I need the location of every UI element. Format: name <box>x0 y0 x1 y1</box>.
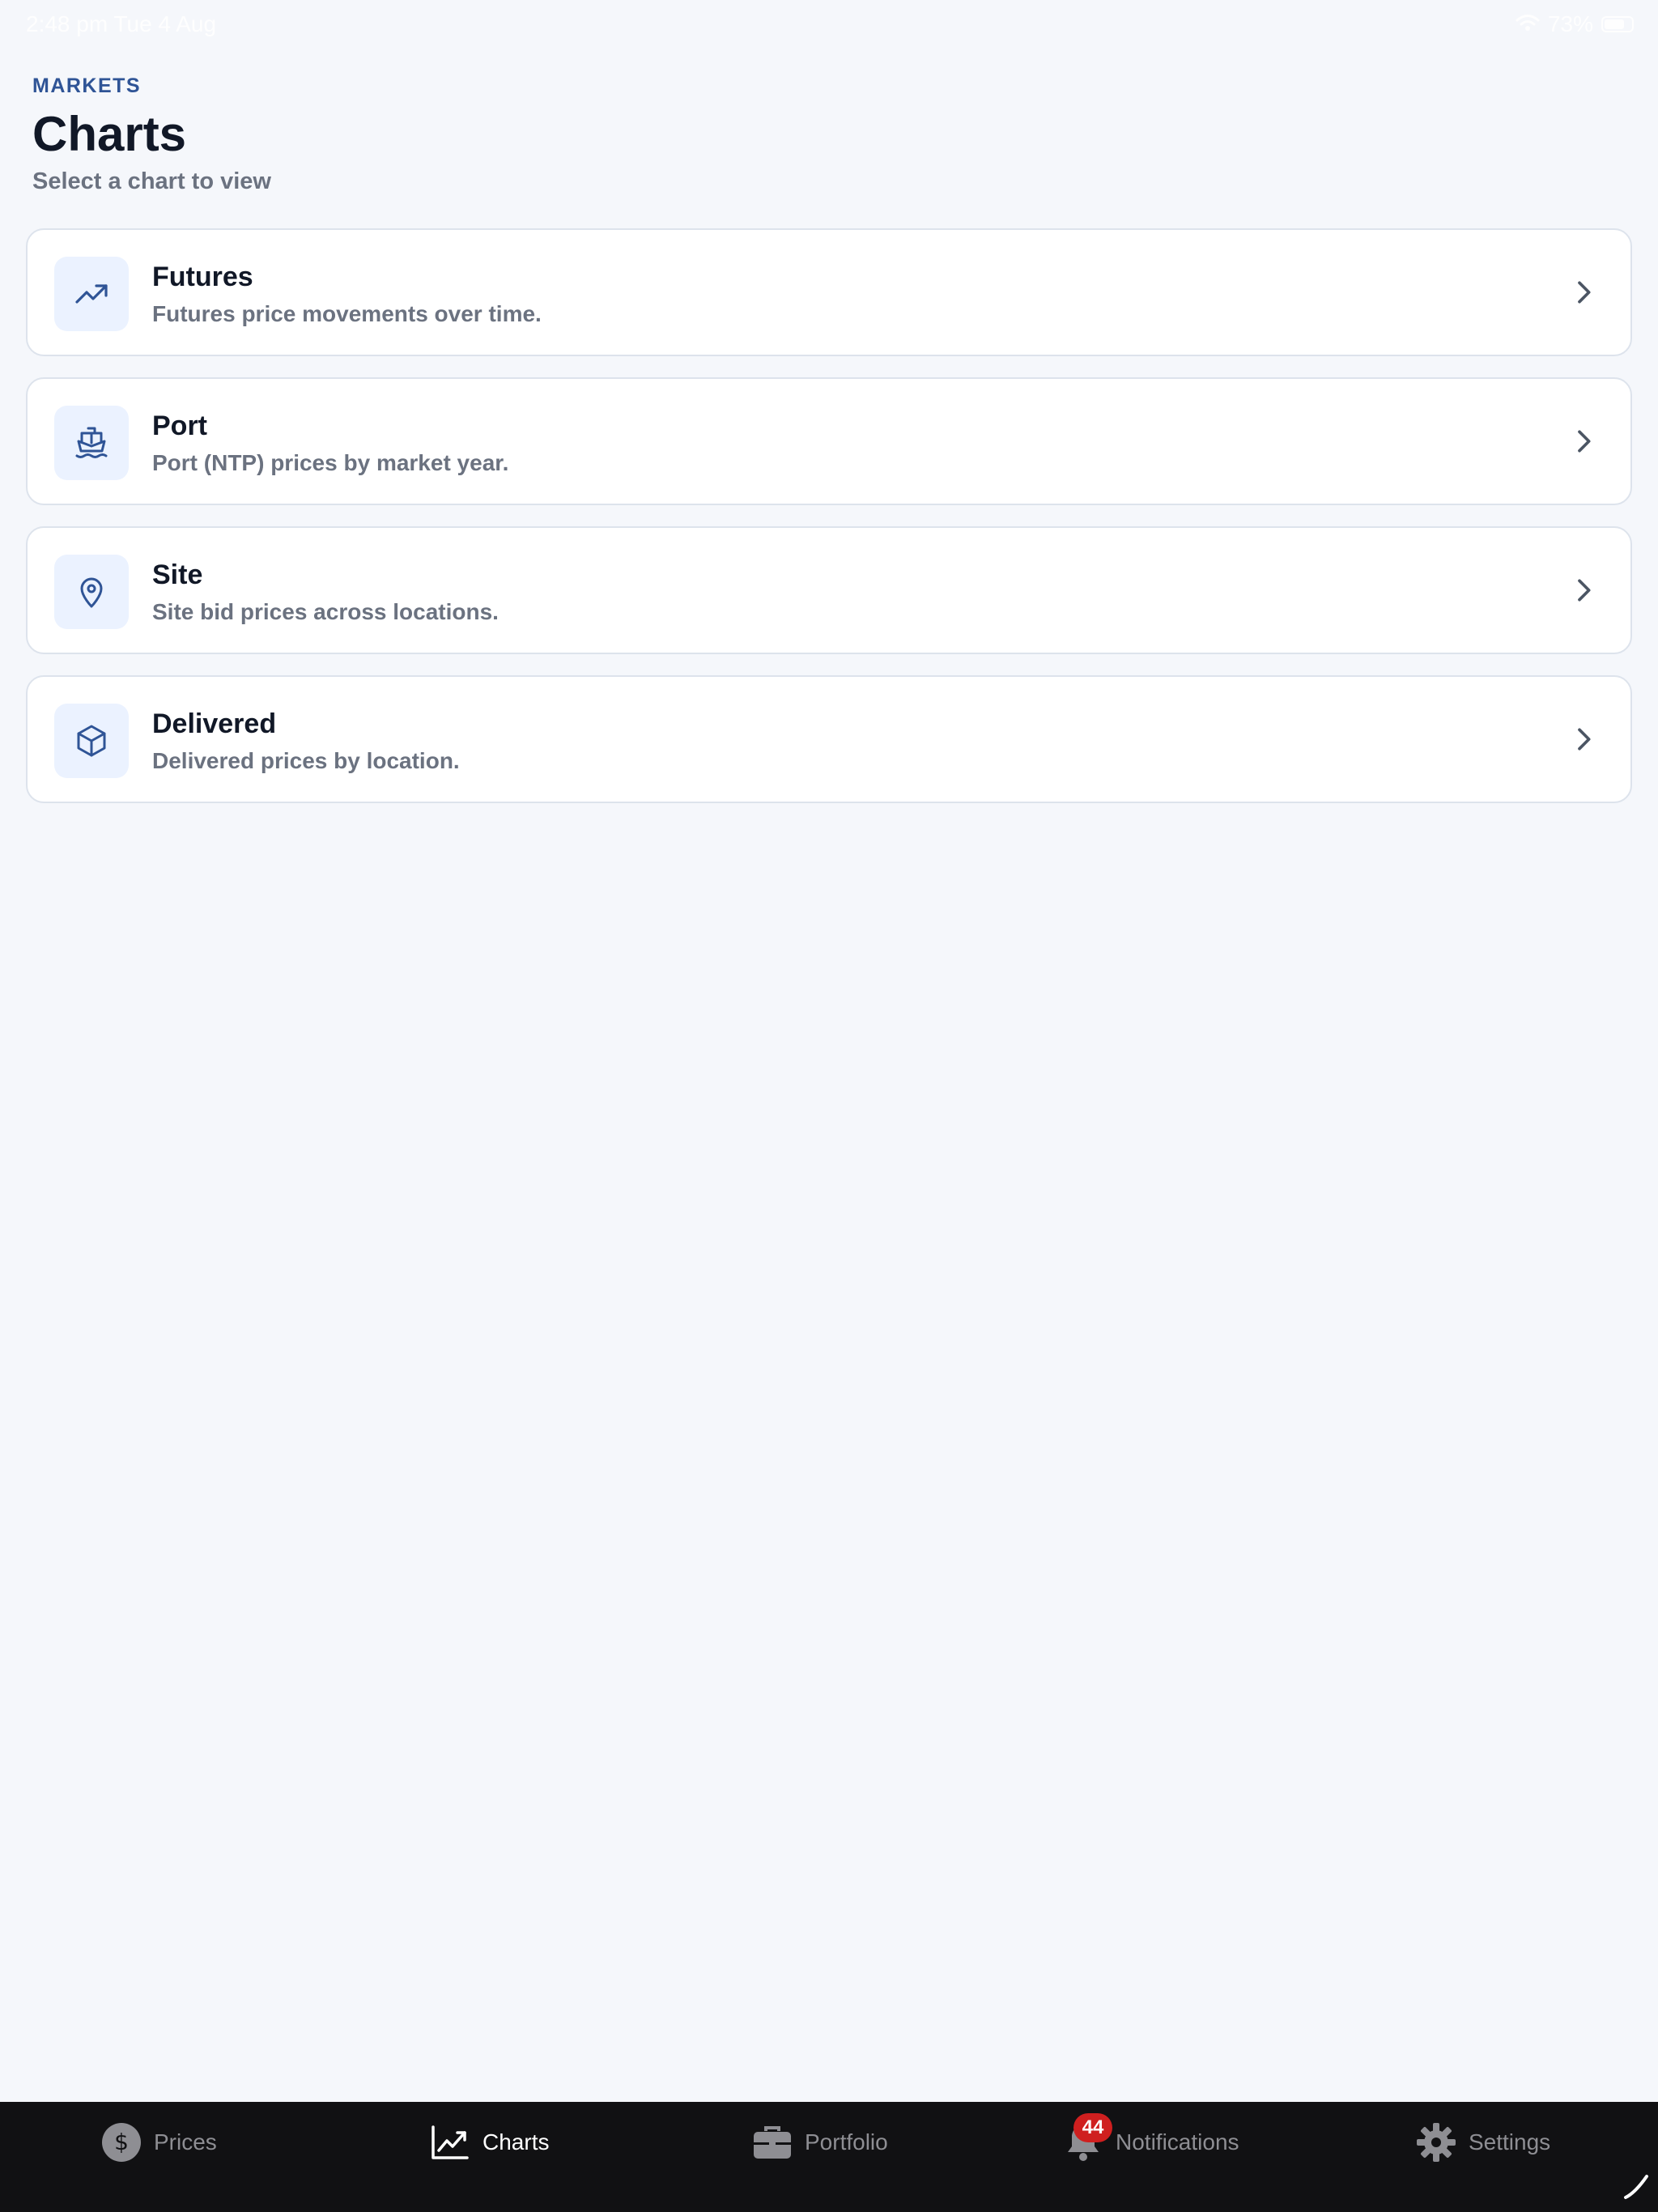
gear-icon <box>1415 2121 1457 2163</box>
page-title: Charts <box>32 107 187 161</box>
card-title: Site <box>152 559 203 590</box>
chevron-right-icon <box>1578 281 1591 304</box>
card-title: Futures <box>152 262 253 292</box>
tab-portfolio[interactable]: Portfolio <box>751 2120 888 2165</box>
card-title: Port <box>152 410 207 441</box>
tab-notifications[interactable]: 44 Notifications <box>1062 2113 1239 2165</box>
briefcase-icon <box>751 2121 793 2163</box>
chevron-right-icon <box>1578 728 1591 751</box>
trending-up-icon <box>54 257 129 331</box>
card-site[interactable]: Site Site bid prices across locations. <box>26 526 1632 654</box>
card-description: Futures price movements over time. <box>152 301 542 326</box>
tab-label: Prices <box>154 2129 217 2155</box>
page-subtitle: Select a chart to view <box>32 168 271 194</box>
tab-label: Charts <box>483 2129 550 2155</box>
dollar-circle-icon: $ <box>100 2121 142 2163</box>
battery-icon <box>1601 16 1634 32</box>
chevron-right-icon <box>1578 579 1591 602</box>
battery-percent: 73% <box>1547 11 1593 36</box>
page-header: MARKETS Charts Select a chart to view <box>32 71 271 198</box>
card-title: Delivered <box>152 708 277 739</box>
map-pin-icon <box>54 555 129 629</box>
status-bar: 2:48 pm Tue 4 Aug 73% <box>0 0 1658 52</box>
scroll-handle-icon <box>1624 2175 1648 2199</box>
card-port[interactable]: Port Port (NTP) prices by market year. <box>26 377 1632 505</box>
section-eyebrow: MARKETS <box>32 74 142 97</box>
tab-bar: $ Prices Charts Portfolio 44 Notificatio… <box>0 2102 1658 2212</box>
card-delivered[interactable]: Delivered Delivered prices by location. <box>26 675 1632 803</box>
card-description: Delivered prices by location. <box>152 748 460 773</box>
bell-icon: 44 <box>1062 2113 1112 2163</box>
svg-text:$: $ <box>114 2129 129 2155</box>
status-indicators: 73% <box>1516 11 1634 37</box>
card-description: Site bid prices across locations. <box>152 599 499 624</box>
ship-icon <box>54 406 129 480</box>
tab-settings[interactable]: Settings <box>1415 2120 1550 2165</box>
card-futures[interactable]: Futures Futures price movements over tim… <box>26 228 1632 356</box>
chart-card-list: Futures Futures price movements over tim… <box>26 228 1632 824</box>
notification-badge: 44 <box>1073 2113 1112 2142</box>
status-time: 2:48 pm Tue 4 Aug <box>26 11 217 36</box>
tab-label: Notifications <box>1116 2129 1239 2155</box>
wifi-icon <box>1516 11 1540 37</box>
tab-label: Settings <box>1469 2129 1551 2155</box>
chart-line-icon <box>429 2121 471 2163</box>
chevron-right-icon <box>1578 430 1591 453</box>
tab-label: Portfolio <box>805 2129 888 2155</box>
box-icon <box>54 704 129 778</box>
tab-charts[interactable]: Charts <box>429 2120 549 2165</box>
tab-prices[interactable]: $ Prices <box>100 2120 217 2165</box>
card-description: Port (NTP) prices by market year. <box>152 450 509 475</box>
